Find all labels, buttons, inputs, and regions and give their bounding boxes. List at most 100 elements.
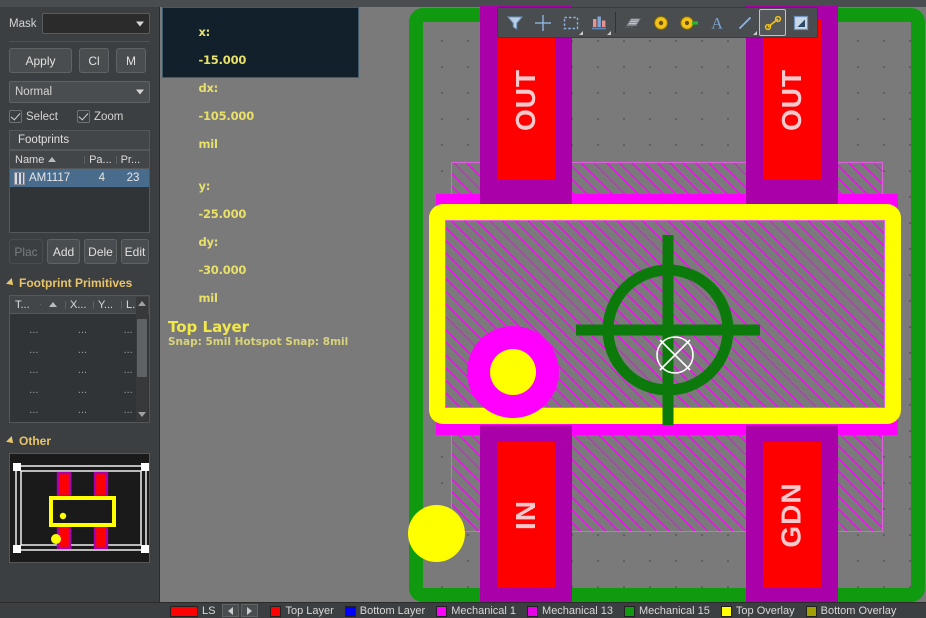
- fill-icon[interactable]: [787, 9, 814, 36]
- layer-tab-label: Mechanical 1: [451, 605, 517, 617]
- filter-icon[interactable]: [501, 9, 528, 36]
- dx-value: -105.000: [198, 109, 254, 123]
- dimension-icon[interactable]: [759, 9, 786, 36]
- footprints-list[interactable]: Name Pa... Pr... AM1117 4 23: [9, 150, 150, 233]
- dropdown-arrow-icon[interactable]: [579, 31, 583, 35]
- column-pads[interactable]: Pa...: [84, 154, 116, 166]
- table-row[interactable]: ... ... ...: [10, 340, 149, 360]
- table-row[interactable]: ... ... ...: [10, 360, 149, 380]
- pin1-marker-ring[interactable]: [467, 326, 559, 418]
- layer-swatch-icon: [170, 605, 198, 617]
- primitives-table-header: T... X... Y... L...: [10, 296, 149, 314]
- add-button[interactable]: Add: [47, 239, 80, 264]
- display-mode-select[interactable]: Normal: [9, 81, 150, 103]
- sort-ascending-icon: [49, 302, 57, 307]
- column-x[interactable]: X...: [65, 299, 93, 311]
- table-row[interactable]: AM1117 4 23: [10, 169, 149, 187]
- pad-label: IN: [510, 500, 541, 530]
- delete-button[interactable]: Dele: [84, 239, 117, 264]
- primitives-scrollbar[interactable]: [136, 297, 148, 421]
- cell-type: ...: [29, 324, 39, 336]
- y-unit: mil: [198, 291, 218, 305]
- zoom-checkbox[interactable]: Zoom: [76, 110, 123, 123]
- table-row[interactable]: ... ... ...: [10, 400, 149, 420]
- layer-swatch-icon: [720, 605, 732, 617]
- column-type[interactable]: T...: [10, 299, 40, 311]
- mask-input[interactable]: [42, 13, 150, 34]
- scroll-prev-button[interactable]: [222, 604, 240, 617]
- pcb-library-editor-window: Mask Apply Cl M Normal Select Zoom Footp…: [0, 0, 926, 618]
- align-bars-icon[interactable]: [585, 9, 612, 36]
- panel-tab-stub[interactable]: [0, 0, 160, 7]
- text-icon[interactable]: A: [703, 9, 730, 36]
- layer-tab-bottom-overlay[interactable]: Bottom Overlay: [802, 603, 904, 618]
- silkscreen-body[interactable]: [429, 204, 901, 425]
- dy-value: -30.000: [198, 263, 247, 277]
- crosshair-placement-icon[interactable]: [529, 9, 556, 36]
- column-sort[interactable]: [40, 302, 65, 307]
- other-header[interactable]: Other: [0, 434, 159, 448]
- layer-tab-mechanical-15[interactable]: Mechanical 15: [620, 603, 717, 618]
- layer-shortcut[interactable]: LS: [166, 603, 222, 618]
- select-checkbox[interactable]: Select: [9, 110, 58, 123]
- pad-icon[interactable]: [675, 9, 702, 36]
- column-name[interactable]: Name: [10, 154, 84, 166]
- layer-swatch-icon: [805, 605, 817, 617]
- column-y[interactable]: Y...: [93, 299, 121, 311]
- pad-in-bottom-left[interactable]: IN: [480, 425, 572, 602]
- x-unit: mil: [198, 137, 218, 151]
- primitives-list[interactable]: T... X... Y... L... ... ... ... ... ... …: [9, 295, 150, 423]
- origin-dot-marker[interactable]: [408, 505, 465, 562]
- via-icon[interactable]: [647, 9, 674, 36]
- ic-chip-icon[interactable]: [619, 9, 646, 36]
- edit-button[interactable]: Edit: [121, 239, 149, 264]
- layer-tab-top-layer[interactable]: Top Layer: [266, 603, 340, 618]
- magnify-button[interactable]: M: [116, 48, 146, 73]
- footprint-preview[interactable]: [9, 453, 150, 563]
- x-value: -15.000: [198, 53, 247, 67]
- dropdown-arrow-icon[interactable]: [607, 31, 611, 35]
- display-mode-row: Normal: [0, 81, 159, 103]
- pad-fill: OUT: [497, 20, 555, 180]
- scrollbar-thumb[interactable]: [137, 319, 147, 377]
- pad-fill: OUT: [763, 20, 821, 180]
- layer-tab-mechanical-13[interactable]: Mechanical 13: [523, 603, 620, 618]
- place-button[interactable]: Plac: [9, 239, 43, 264]
- dx-label: dx:: [198, 81, 219, 95]
- cell-x: ...: [77, 324, 88, 336]
- layer-swatch-icon: [436, 605, 448, 617]
- pad-label: GDN: [776, 482, 808, 548]
- other-section: Other: [0, 434, 159, 563]
- column-primitives[interactable]: Pr...: [115, 154, 149, 166]
- layer-tab-top-overlay[interactable]: Top Overlay: [717, 603, 802, 618]
- apply-button[interactable]: Apply: [9, 48, 72, 73]
- line-icon[interactable]: [731, 9, 758, 36]
- coordinate-readout: x: -15.000 dx: -105.000 mil y: -25.000 d…: [162, 7, 359, 348]
- layer-swatch-icon: [623, 605, 635, 617]
- footprint-primitives-header[interactable]: Footprint Primitives: [0, 276, 159, 290]
- layer-tab-label: Bottom Overlay: [820, 605, 897, 617]
- clear-button[interactable]: Cl: [79, 48, 109, 73]
- cell-type: ...: [29, 404, 39, 416]
- dropdown-arrow-icon[interactable]: [753, 31, 757, 35]
- layer-tab-bottom-layer[interactable]: Bottom Layer: [341, 603, 432, 618]
- layer-tab-label: Top Overlay: [735, 605, 795, 617]
- bottom-left-spacer: [0, 603, 166, 618]
- marquee-select-icon[interactable]: [557, 9, 584, 36]
- pcb-canvas[interactable]: OUT OUT IN GDN x: -15.000 dx: -105.000 m…: [160, 0, 926, 602]
- toolbar-divider: [615, 12, 616, 33]
- footprints-section: Footprints Name Pa... Pr... AM1117 4 23: [0, 130, 159, 264]
- pad-gdn-bottom-right[interactable]: GDN: [746, 425, 838, 602]
- scroll-up-icon[interactable]: [138, 301, 146, 306]
- table-row[interactable]: ... ... ...: [10, 380, 149, 400]
- board-outline[interactable]: OUT OUT IN GDN: [408, 6, 925, 602]
- scroll-next-button[interactable]: [241, 604, 259, 617]
- chevron-down-icon: [136, 89, 144, 95]
- pin1-marker-hole: [490, 349, 536, 395]
- layer-shortcut-label: LS: [202, 605, 216, 617]
- scroll-down-icon[interactable]: [138, 412, 146, 417]
- layer-tab-label: Mechanical 15: [638, 605, 710, 617]
- layer-tab-mechanical-1[interactable]: Mechanical 1: [432, 603, 523, 618]
- table-row[interactable]: ... ... ...: [10, 320, 149, 340]
- other-title: Other: [19, 434, 52, 448]
